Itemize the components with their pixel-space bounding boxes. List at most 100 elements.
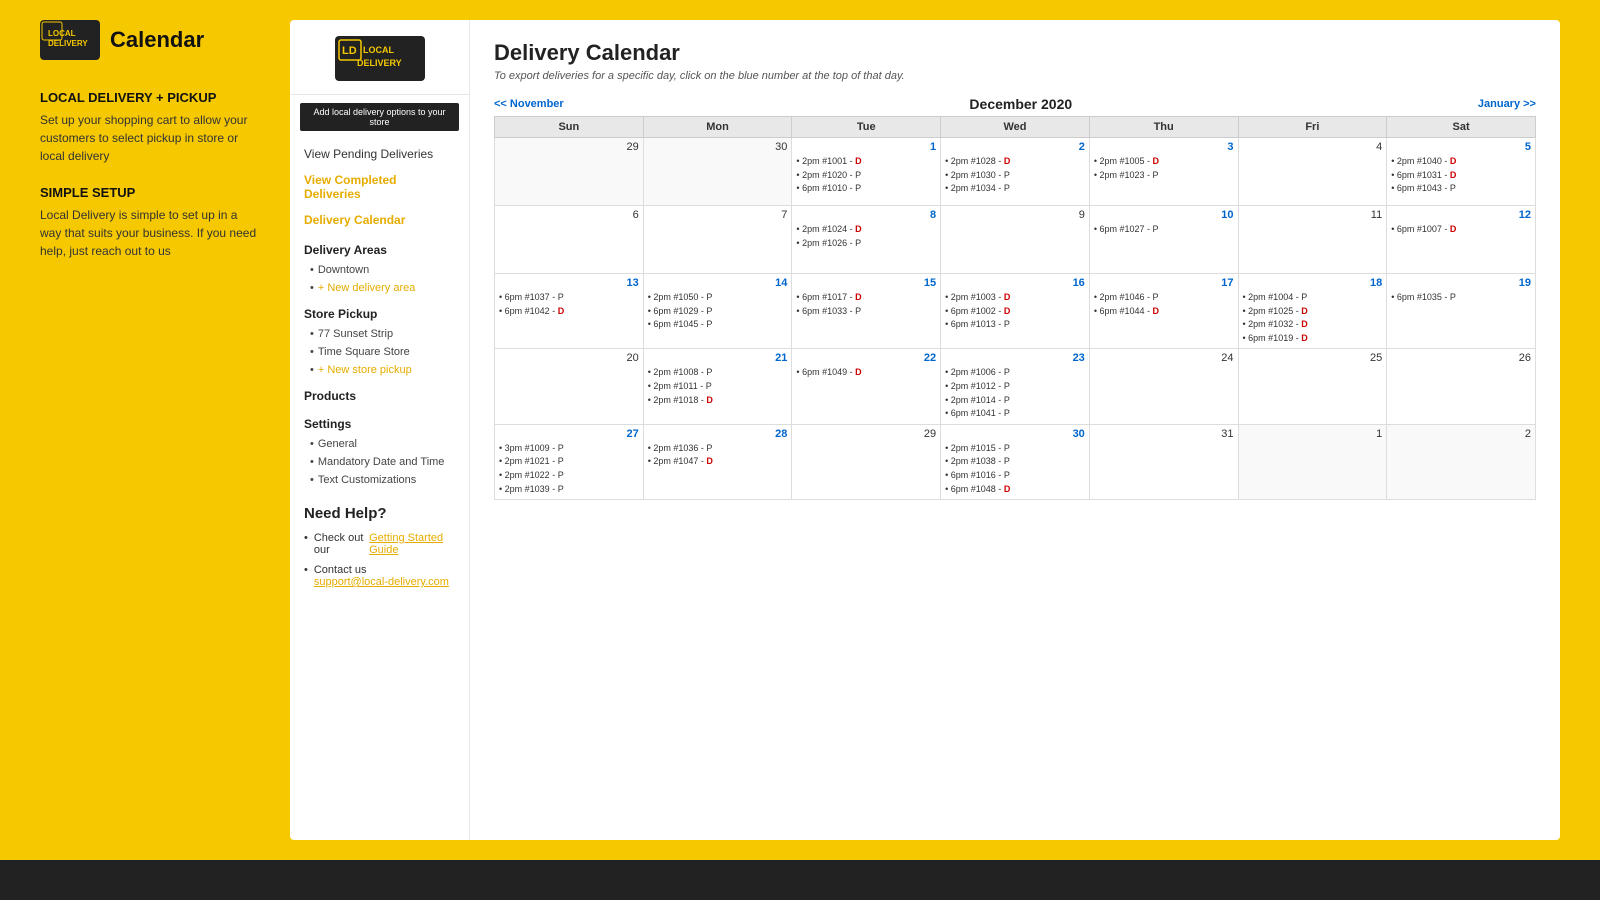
need-help-contact: Contact ussupport@local-delivery.com — [304, 564, 455, 588]
calendar-entry: • 6pm #1029 - P — [648, 305, 788, 318]
calendar-entry: • 2pm #1032 - D — [1243, 318, 1383, 331]
day-number[interactable]: 15 — [796, 277, 936, 289]
calendar-cell: 10 • 6pm #1027 - P — [1089, 206, 1238, 274]
day-number: 31 — [1094, 428, 1234, 440]
calendar-entry: • 2pm #1008 - P — [648, 366, 788, 379]
calendar-week-0: 29301• 2pm #1001 - D• 2pm #1020 - P• 6pm… — [495, 138, 1536, 206]
calendar-cell: 13 • 6pm #1037 - P• 6pm #1042 - D — [495, 274, 644, 349]
day-number[interactable]: 16 — [945, 277, 1085, 289]
getting-started-link[interactable]: Getting Started Guide — [369, 532, 455, 556]
footer-bar — [0, 860, 1600, 900]
calendar-entry: • 6pm #1037 - P — [499, 291, 639, 304]
day-number[interactable]: 18 — [1243, 277, 1383, 289]
day-number: 7 — [648, 209, 788, 221]
svg-text:LD: LD — [342, 45, 357, 57]
col-header-mon: Mon — [643, 117, 792, 138]
day-number[interactable]: 22 — [796, 352, 936, 364]
section1-desc: Set up your shopping cart to allow your … — [40, 111, 260, 165]
day-number[interactable]: 8 — [796, 209, 936, 221]
calendar-cell: 11 — [1238, 206, 1387, 274]
calendar-cell: 8• 2pm #1024 - D• 2pm #1026 - P — [792, 206, 941, 274]
calendar-cell: 29 — [495, 138, 644, 206]
calendar-cell: 31 — [1089, 424, 1238, 499]
calendar-cell: 20 — [495, 349, 644, 424]
day-number[interactable]: 23 — [945, 352, 1085, 364]
day-number[interactable]: 2 — [945, 141, 1085, 153]
calendar-entry: • 6pm #1019 - D — [1243, 332, 1383, 345]
calendar-week-4: 27 • 3pm #1009 - P• 2pm #1021 - P • 2pm #1… — [495, 424, 1536, 499]
calendar-entry: • 2pm #1030 - P — [945, 169, 1085, 182]
prev-month-button[interactable]: << November — [494, 98, 564, 110]
day-number[interactable]: 19 — [1391, 277, 1531, 289]
calendar-entry: • 6pm #1031 - D — [1391, 169, 1531, 182]
calendar-title: Delivery Calendar — [494, 40, 1536, 66]
calendar-entry: • 6pm #1042 - D — [499, 305, 639, 318]
day-number[interactable]: 12 — [1391, 209, 1531, 221]
day-number: 25 — [1243, 352, 1383, 364]
day-number: 29 — [796, 428, 936, 440]
col-header-wed: Wed — [941, 117, 1090, 138]
calendar-entry: • 2pm #1021 - P — [499, 455, 639, 468]
logo-icon: LOCAL DELIVERY — [40, 20, 100, 60]
calendar-entry: • 6pm #1016 - P — [945, 469, 1085, 482]
col-header-fri: Fri — [1238, 117, 1387, 138]
calendar-entry: • 6pm #1048 - D — [945, 483, 1085, 496]
new-store-pickup-button[interactable]: + New store pickup — [290, 361, 469, 379]
sidebar-view-pending[interactable]: View Pending Deliveries — [290, 141, 469, 167]
day-number[interactable]: 1 — [796, 141, 936, 153]
calendar-entry: • 6pm #1033 - P — [796, 305, 936, 318]
sidebar-delivery-calendar[interactable]: Delivery Calendar — [290, 207, 469, 233]
day-number[interactable]: 5 — [1391, 141, 1531, 153]
settings-text-custom[interactable]: Text Customizations — [290, 471, 469, 489]
calendar-entry: • 2pm #1028 - D — [945, 155, 1085, 168]
month-year-label: December 2020 — [969, 96, 1072, 112]
calendar-entry: • 2pm #1001 - D — [796, 155, 936, 168]
calendar-entry: • 2pm #1038 - P — [945, 455, 1085, 468]
next-month-button[interactable]: January >> — [1478, 98, 1536, 110]
settings-mandatory-date[interactable]: Mandatory Date and Time — [290, 453, 469, 471]
calendar-entry: • 2pm #1018 - D — [648, 394, 788, 407]
calendar-entry: • 6pm #1027 - P — [1094, 223, 1234, 236]
support-email-link[interactable]: support@local-delivery.com — [314, 576, 449, 588]
calendar-entry: • 2pm #1039 - P — [499, 483, 639, 496]
day-number[interactable]: 30 — [945, 428, 1085, 440]
svg-text:LOCAL: LOCAL — [363, 45, 394, 55]
day-number[interactable]: 21 — [648, 352, 788, 364]
day-number[interactable]: 17 — [1094, 277, 1234, 289]
delivery-area-downtown[interactable]: Downtown — [290, 261, 469, 279]
day-number[interactable]: 28 — [648, 428, 788, 440]
calendar-cell: 28• 2pm #1036 - P• 2pm #1047 - D — [643, 424, 792, 499]
day-number[interactable]: 14 — [648, 277, 788, 289]
calendar-cell: 24 — [1089, 349, 1238, 424]
day-number[interactable]: 13 — [499, 277, 639, 289]
need-help-title: Need Help? — [304, 505, 455, 522]
store-time-square[interactable]: Time Square Store — [290, 343, 469, 361]
store-77-sunset[interactable]: 77 Sunset Strip — [290, 325, 469, 343]
new-delivery-area-button[interactable]: + New delivery area — [290, 279, 469, 297]
calendar-entry: • 6pm #1044 - D — [1094, 305, 1234, 318]
calendar-cell: 18• 2pm #1004 - P• 2pm #1025 - D• 2pm #1… — [1238, 274, 1387, 349]
calendar-cell: 2• 2pm #1028 - D• 2pm #1030 - P• 2pm #10… — [941, 138, 1090, 206]
calendar-entry: • 6pm #1045 - P — [648, 318, 788, 331]
brand-logo: LOCAL DELIVERY LD — [290, 36, 469, 95]
day-number[interactable]: 10 — [1094, 209, 1234, 221]
need-help-guide: Check out our Getting Started Guide — [304, 532, 455, 556]
add-delivery-button[interactable]: Add local delivery options to your store — [300, 103, 459, 131]
day-number[interactable]: 3 — [1094, 141, 1234, 153]
calendar-cell: 22• 6pm #1049 - D — [792, 349, 941, 424]
section1-title: LOCAL DELIVERY + PICKUP — [40, 90, 260, 105]
calendar-cell: 30 — [643, 138, 792, 206]
calendar-entry: • 6pm #1002 - D — [945, 305, 1085, 318]
settings-general[interactable]: General — [290, 435, 469, 453]
header-logo-area: LOCAL DELIVERY Calendar — [40, 20, 260, 60]
calendar-main: Delivery Calendar To export deliveries f… — [470, 20, 1560, 840]
day-number: 4 — [1243, 141, 1383, 153]
sidebar-view-completed[interactable]: View Completed Deliveries — [290, 167, 469, 207]
calendar-cell: 16• 2pm #1003 - D• 6pm #1002 - D• 6pm #1… — [941, 274, 1090, 349]
calendar-cell: 25 — [1238, 349, 1387, 424]
calendar-entry: • 6pm #1010 - P — [796, 182, 936, 195]
calendar-entry: • 3pm #1009 - P — [499, 442, 639, 455]
day-number[interactable]: 27 — [499, 428, 639, 440]
col-header-thu: Thu — [1089, 117, 1238, 138]
calendar-cell: 1 — [1238, 424, 1387, 499]
